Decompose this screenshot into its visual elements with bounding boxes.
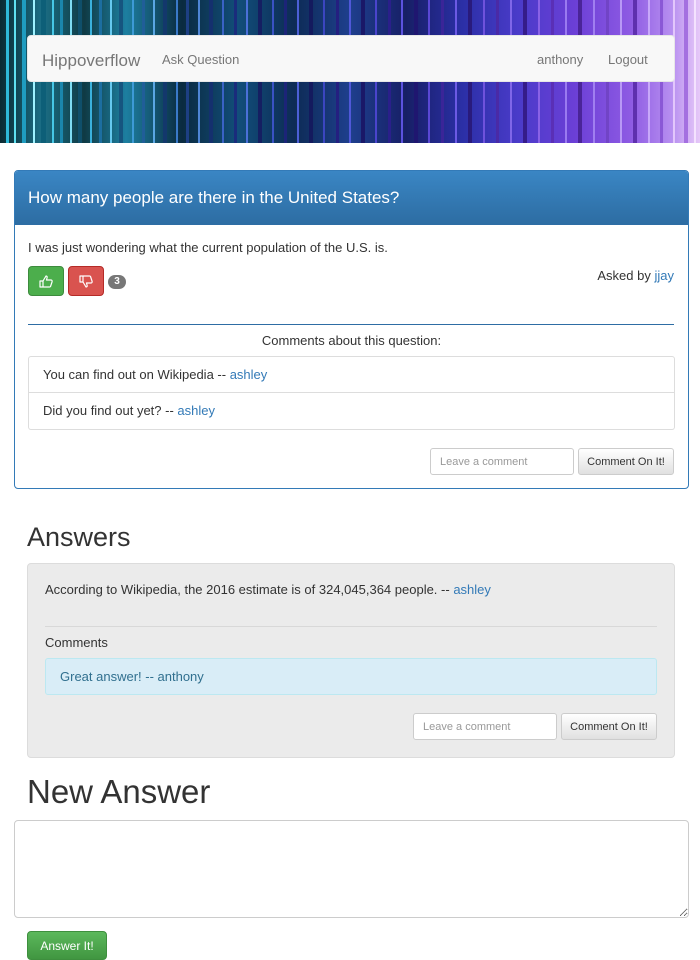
question-comment-input[interactable] [430, 448, 574, 475]
asked-by-label: Asked by [597, 268, 651, 283]
comment-author-link[interactable]: ashley [177, 403, 215, 418]
brand-link[interactable]: Hippoverflow [42, 51, 140, 71]
question-comment-list: You can find out on Wikipedia -- ashley … [28, 356, 675, 430]
user-link[interactable]: anthony [537, 52, 583, 67]
answer-comment: Great answer! -- anthony [45, 658, 657, 695]
ask-question-link[interactable]: Ask Question [162, 52, 239, 67]
answer-comments-title: Comments [45, 635, 108, 650]
score-badge: 3 [108, 275, 126, 289]
question-body: I was just wondering what the current po… [28, 240, 388, 255]
answer-text: According to Wikipedia, the 2016 estimat… [45, 582, 491, 597]
new-answer-heading: New Answer [27, 773, 211, 810]
question-comments-title: Comments about this question: [261, 333, 442, 348]
logout-link[interactable]: Logout [608, 52, 648, 67]
comment-text: Did you find out yet? -- [43, 403, 174, 418]
question-comment-button[interactable]: Comment On It! [578, 448, 674, 475]
answer-divider [45, 626, 657, 627]
thumbs-up-icon [39, 274, 53, 288]
question-author-link[interactable]: jjay [654, 268, 674, 283]
downvote-button[interactable] [68, 266, 104, 296]
comment-text: You can find out on Wikipedia -- [43, 367, 227, 382]
answers-heading: Answers [27, 522, 131, 552]
question-panel: How many people are there in the United … [14, 170, 689, 489]
question-title: How many people are there in the United … [15, 171, 688, 225]
answer-comment-button[interactable]: Comment On It! [561, 713, 657, 740]
upvote-button[interactable] [28, 266, 64, 296]
navbar: Hippoverflow Ask Question anthony Logout [27, 35, 675, 82]
list-item: Did you find out yet? -- ashley [28, 393, 675, 430]
comment-author-link[interactable]: ashley [230, 367, 268, 382]
asked-by: Asked by jjay [597, 268, 674, 283]
answer-body: According to Wikipedia, the 2016 estimat… [45, 582, 450, 597]
header-banner: Hippoverflow Ask Question anthony Logout [0, 0, 700, 143]
answer-comment-input[interactable] [413, 713, 557, 740]
list-item: You can find out on Wikipedia -- ashley [28, 356, 675, 393]
answer-card: According to Wikipedia, the 2016 estimat… [27, 563, 675, 758]
new-answer-textarea[interactable] [14, 820, 689, 918]
thumbs-down-icon [79, 274, 93, 288]
answer-it-button[interactable]: Answer It! [27, 931, 107, 960]
answer-author-link[interactable]: ashley [453, 582, 491, 597]
question-divider [28, 324, 674, 325]
